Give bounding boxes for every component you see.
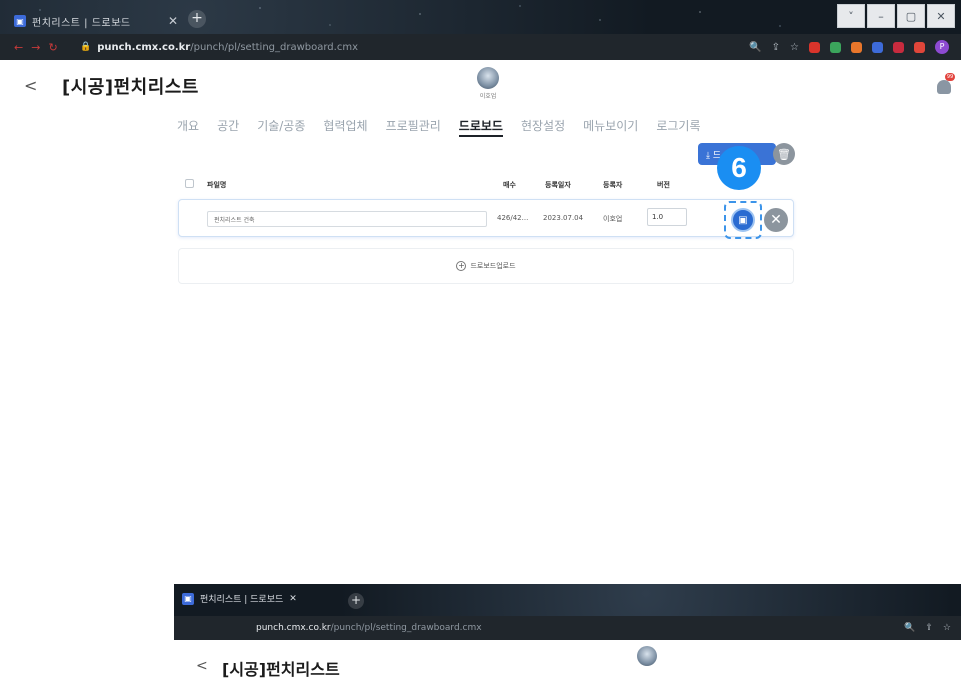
- back-arrow-icon[interactable]: ←: [14, 41, 23, 54]
- overlay-share-icon: ⇪: [925, 623, 933, 633]
- tab-profile[interactable]: 프로필관리: [386, 117, 441, 137]
- close-icon[interactable]: ✕: [764, 208, 788, 232]
- extension-green-icon[interactable]: [830, 41, 841, 53]
- tab-drawboard[interactable]: 드로보드: [458, 117, 503, 137]
- col-pages: 매수: [503, 181, 516, 189]
- table-header: 파일명 매수 등록일자 등록자 버전: [183, 178, 793, 192]
- maximize-button[interactable]: ▢: [897, 4, 925, 28]
- company-logo[interactable]: 이호업: [468, 67, 508, 100]
- overlay-toolbar-icons: 🔍 ⇪ ☆: [904, 623, 951, 633]
- new-tab-button[interactable]: +: [188, 10, 206, 28]
- select-all-checkbox[interactable]: [185, 179, 194, 188]
- url-field[interactable]: 🔒 punch.cmx.co.kr/punch/pl/setting_drawb…: [80, 42, 749, 53]
- lock-icon: 🔒: [80, 42, 92, 52]
- overlay-zoom-icon: 🔍: [904, 623, 916, 633]
- zoom-icon[interactable]: 🔍: [749, 42, 761, 53]
- window-controls: ˅ – ▢ ✕: [837, 4, 955, 28]
- drawboard-upload-button[interactable]: + 드로보드업로드: [178, 248, 794, 284]
- overlay-tab-bar: ▣ 펀치리스트 | 드로보드 ✕ +: [174, 584, 961, 616]
- tab-menu-visibility[interactable]: 메뉴보이기: [583, 117, 638, 137]
- overlay-browser-tab: ▣ 펀치리스트 | 드로보드 ✕: [182, 592, 297, 605]
- tab-title: 펀치리스트 | 드로보드: [32, 17, 131, 29]
- tab-close-icon[interactable]: ✕: [168, 14, 178, 28]
- col-date: 등록일자: [545, 181, 571, 189]
- overlay-tab-close-icon: ✕: [289, 593, 297, 604]
- page-title: [시공]펀치리스트: [62, 77, 199, 98]
- version-field[interactable]: 1.0: [647, 208, 687, 226]
- overlay-url: punch.cmx.co.kr/punch/pl/setting_drawboa…: [256, 623, 482, 633]
- tab-space[interactable]: 공간: [217, 117, 239, 137]
- overlay-page-title: [시공]펀치리스트: [222, 660, 340, 679]
- overlay-building-logo-icon: [637, 646, 657, 666]
- building-logo-icon: [477, 67, 499, 89]
- registrant-cell: 이호업: [603, 215, 623, 223]
- overlay-tab-title: 펀치리스트 | 드로보드: [200, 595, 284, 605]
- url-path: /punch/pl/setting_drawboard.cmx: [190, 41, 358, 53]
- filename-field[interactable]: 펀치리스트 건축: [207, 211, 487, 227]
- address-bar: ← → ↻ 🔒 punch.cmx.co.kr/punch/pl/setting…: [0, 34, 961, 60]
- overlay-star-icon: ☆: [942, 623, 951, 633]
- close-window-button[interactable]: ✕: [927, 4, 955, 28]
- browser-tab[interactable]: ▣ 펀치리스트 | 드로보드 ✕: [8, 8, 184, 34]
- favicon-icon: ▣: [14, 15, 26, 27]
- tab-site-settings[interactable]: 현장설정: [521, 117, 565, 137]
- tab-logs[interactable]: 로그기록: [656, 117, 700, 137]
- star-icon[interactable]: ☆: [790, 42, 799, 53]
- upload-label: 드로보드업로드: [470, 262, 516, 270]
- reload-icon[interactable]: ↻: [48, 41, 57, 54]
- logo-caption: 이호업: [479, 93, 497, 100]
- browser-tab-bar: ▣ 펀치리스트 | 드로보드 ✕ + ˅ – ▢ ✕: [0, 0, 961, 34]
- back-button[interactable]: <: [24, 76, 37, 95]
- url-host: punch.cmx.co.kr: [97, 41, 191, 53]
- extension-blue-icon[interactable]: [872, 41, 883, 53]
- tab-trade[interactable]: 기술/공종: [257, 117, 305, 137]
- extension-bar: 🔍 ⇪ ☆ P: [749, 40, 961, 54]
- col-registrant: 등록자: [603, 181, 623, 189]
- table-row[interactable]: 펀치리스트 건축 426/42... 2023.07.04 이호업 1.0: [178, 199, 794, 237]
- trash-icon[interactable]: 🗑: [773, 143, 795, 165]
- col-version: 버전: [657, 181, 670, 189]
- overlay-screenshot: ▣ 펀치리스트 | 드로보드 ✕ + punch.cmx.co.kr/punch…: [174, 584, 961, 680]
- overlay-new-tab-button: +: [348, 593, 364, 609]
- forward-arrow-icon[interactable]: →: [31, 41, 40, 54]
- tab-search-button[interactable]: ˅: [837, 4, 865, 28]
- plus-circle-icon: +: [456, 261, 467, 271]
- date-cell: 2023.07.04: [543, 214, 584, 222]
- col-filename: 파일명: [207, 181, 227, 189]
- notification-badge: 99: [945, 73, 955, 81]
- overlay-back-button: <: [196, 658, 208, 674]
- bell-icon[interactable]: [937, 80, 951, 94]
- extension-orange-icon[interactable]: [851, 41, 862, 53]
- pages-cell: 426/42...: [497, 214, 529, 222]
- overlay-favicon-icon: ▣: [182, 592, 194, 605]
- tab-partners[interactable]: 협력업체: [323, 117, 367, 137]
- image-icon[interactable]: ▣: [731, 208, 755, 232]
- minimize-button[interactable]: –: [867, 4, 895, 28]
- profile-avatar[interactable]: P: [935, 40, 949, 54]
- extension-pin-icon[interactable]: [893, 41, 904, 53]
- extension-red-icon[interactable]: [809, 41, 820, 53]
- tab-overview[interactable]: 개요: [177, 117, 199, 137]
- share-icon[interactable]: ⇪: [772, 42, 780, 53]
- overlay-address-bar: punch.cmx.co.kr/punch/pl/setting_drawboa…: [174, 616, 961, 640]
- nav-buttons: ← → ↻: [0, 41, 80, 54]
- settings-tabs: 개요 공간 기술/공종 협력업체 프로필관리 드로보드 현장설정 메뉴보이기 로…: [177, 117, 719, 137]
- extension-puzzle-icon[interactable]: [914, 41, 925, 53]
